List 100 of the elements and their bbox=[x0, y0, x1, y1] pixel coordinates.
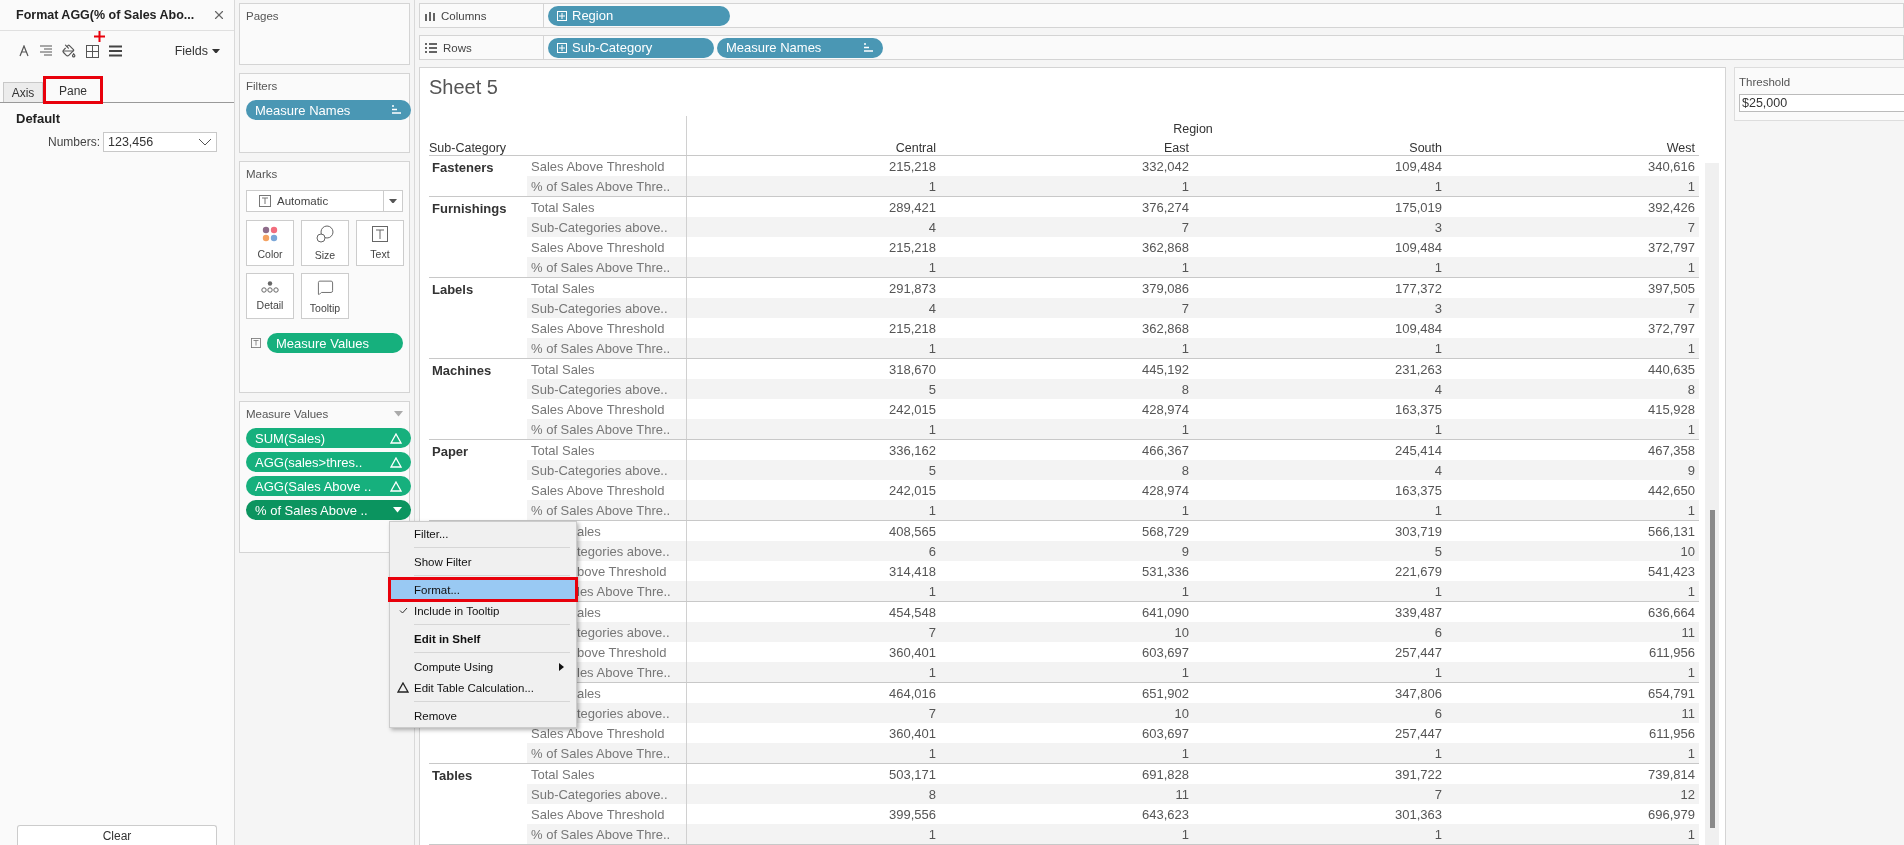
table-cell: 1 bbox=[940, 581, 1193, 601]
row-header: Tables bbox=[432, 768, 473, 783]
mark-button[interactable]: Size bbox=[301, 220, 349, 266]
card-title: Measure Values bbox=[246, 408, 329, 420]
expand-icon bbox=[557, 42, 567, 53]
table-cell: 5 bbox=[687, 379, 940, 399]
table-cell: 7 bbox=[940, 217, 1193, 237]
table-cell: 9 bbox=[1446, 460, 1699, 480]
table-cell: 1 bbox=[1193, 257, 1446, 277]
tab[interactable]: Pane bbox=[45, 78, 101, 102]
column-header: Sub-Category bbox=[429, 136, 687, 155]
scrollbar[interactable] bbox=[1705, 163, 1719, 845]
table-cell: 1 bbox=[940, 419, 1193, 439]
tooltip-icon bbox=[316, 278, 334, 296]
table-cell: 1 bbox=[1193, 662, 1446, 682]
table-cell: 11 bbox=[1446, 622, 1699, 642]
table-cell: 1 bbox=[1193, 338, 1446, 358]
shelf-label: Columns bbox=[420, 4, 544, 27]
table-cell: 1 bbox=[687, 338, 940, 358]
table-cell: 7 bbox=[940, 298, 1193, 318]
table-cell: 4 bbox=[687, 217, 940, 237]
mark-button[interactable]: Tooltip bbox=[301, 273, 349, 319]
clear-button[interactable]: Clear bbox=[17, 825, 217, 845]
table-cell: 8 bbox=[1446, 379, 1699, 399]
columns-icon bbox=[425, 10, 435, 21]
measure-pill[interactable]: % of Sales Above .. bbox=[246, 500, 411, 520]
table-cell: 4 bbox=[687, 298, 940, 318]
shelf-label: Rows bbox=[420, 36, 544, 59]
table-cell: 1 bbox=[940, 824, 1193, 844]
row-header: Paper bbox=[432, 444, 469, 459]
table-cell: 11 bbox=[940, 784, 1193, 804]
table-cell: 1 bbox=[940, 743, 1193, 763]
chevron-icon bbox=[198, 138, 212, 146]
table-cell: 5 bbox=[687, 460, 940, 480]
table-cell: 8 bbox=[940, 379, 1193, 399]
column-header: West bbox=[1666, 141, 1696, 155]
table-cell: 1 bbox=[1193, 581, 1446, 601]
mark-type-dropdown[interactable]: Automatic bbox=[246, 190, 403, 212]
section-title: Default bbox=[15, 110, 62, 128]
delta-icon bbox=[390, 432, 402, 444]
numbers-dropdown[interactable]: 123,456 bbox=[103, 132, 217, 152]
menu-item[interactable]: Format... bbox=[390, 579, 576, 600]
card-title: Marks bbox=[246, 168, 279, 180]
table-cell: 1 bbox=[1446, 500, 1699, 520]
table-cell: 6 bbox=[1193, 703, 1446, 723]
card-title: Threshold bbox=[1739, 76, 1792, 88]
table-cell: 4 bbox=[1193, 379, 1446, 399]
rows-icon bbox=[425, 42, 437, 53]
table-cell: 1 bbox=[940, 662, 1193, 682]
close-button[interactable] bbox=[212, 8, 226, 22]
table-cell: 8 bbox=[687, 784, 940, 804]
table-cell: 1 bbox=[687, 419, 940, 439]
table-cell: 1 bbox=[687, 581, 940, 601]
table-cell: 1 bbox=[940, 338, 1193, 358]
table-cell: 7 bbox=[1446, 217, 1699, 237]
table-cell: 1 bbox=[940, 176, 1193, 196]
plus-icon bbox=[94, 31, 105, 42]
table-cell: 1 bbox=[1193, 743, 1446, 763]
column-header: Region bbox=[1173, 122, 1213, 136]
row-label: Sub-Categories above.. bbox=[527, 298, 687, 318]
table-cell: 1 bbox=[1446, 824, 1699, 844]
paint-bucket-icon[interactable] bbox=[62, 44, 76, 58]
column-header: East bbox=[1164, 141, 1190, 155]
row-label: Sub-Categories above.. bbox=[527, 379, 687, 399]
table-cell: 5 bbox=[1193, 541, 1446, 561]
caret-icon bbox=[212, 48, 220, 54]
mark-button[interactable]: Detail bbox=[246, 273, 294, 319]
column-header: South bbox=[1409, 141, 1443, 155]
threshold-field[interactable]: $25,000 bbox=[1739, 94, 1904, 112]
card-title: Filters bbox=[246, 80, 278, 92]
row-label: Sub-Categories above.. bbox=[527, 217, 687, 237]
fields-dropdown[interactable]: Fields bbox=[174, 44, 220, 58]
row-header: Fasteners bbox=[432, 160, 494, 175]
size-icon bbox=[316, 225, 334, 243]
text-icon bbox=[372, 226, 388, 242]
mark-button[interactable]: Text bbox=[356, 220, 404, 266]
delta-icon bbox=[390, 456, 402, 468]
row-label: Sub-Categories above.. bbox=[527, 460, 687, 480]
table-cell: 1 bbox=[1446, 257, 1699, 277]
table-cell: 1 bbox=[1193, 500, 1446, 520]
check-icon bbox=[398, 607, 408, 614]
delta-icon bbox=[397, 682, 409, 693]
font-icon[interactable] bbox=[19, 45, 29, 57]
delta-icon bbox=[390, 480, 402, 492]
row-label: % of Sales Above Thre.. bbox=[527, 500, 687, 520]
mark-button[interactable]: Color bbox=[246, 220, 294, 266]
borders-icon[interactable] bbox=[86, 44, 99, 58]
table-cell: 1 bbox=[940, 257, 1193, 277]
row-label: % of Sales Above Thre.. bbox=[527, 176, 687, 196]
lines-icon[interactable] bbox=[109, 45, 122, 57]
column-header: Central bbox=[895, 141, 937, 155]
table-cell: 7 bbox=[1446, 298, 1699, 318]
table-cell: 1 bbox=[687, 257, 940, 277]
table-cell: 10 bbox=[940, 622, 1193, 642]
tab[interactable]: Axis bbox=[3, 82, 43, 102]
table-cell: 1 bbox=[1193, 824, 1446, 844]
submenu-arrow-icon bbox=[559, 662, 564, 671]
table-cell: 1 bbox=[1193, 419, 1446, 439]
row-label: % of Sales Above Thre.. bbox=[527, 257, 687, 277]
caret-icon bbox=[393, 507, 402, 513]
